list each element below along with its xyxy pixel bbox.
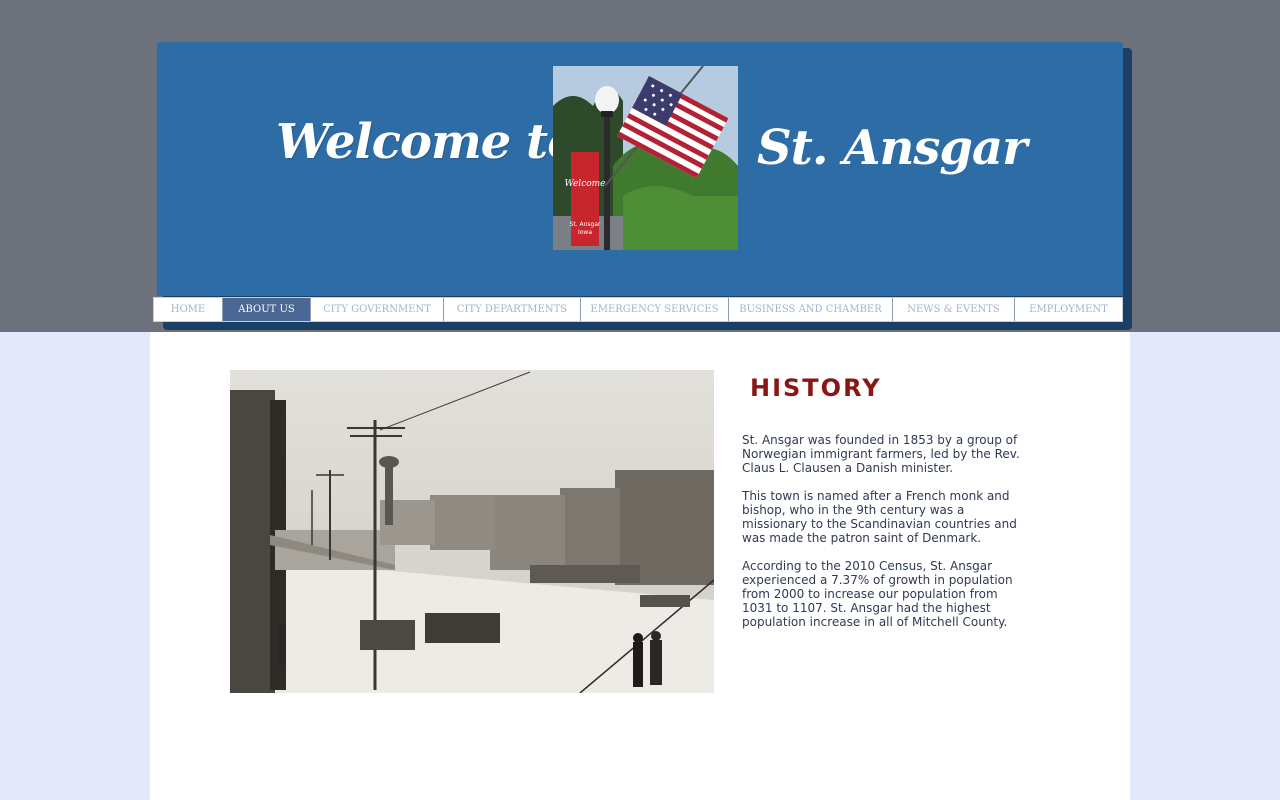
history-title: HISTORY [750,374,882,402]
town-heading: St. Ansgar [757,120,1027,176]
history-paragraph-name: This town is named after a French monk a… [742,489,1017,545]
nav-home[interactable]: HOME [154,298,223,321]
nav-news-events[interactable]: NEWS & EVENTS [893,298,1015,321]
nav-about-us[interactable]: ABOUT US [223,298,311,321]
svg-text:Iowa: Iowa [578,229,592,236]
svg-text:St. Ansgar: St. Ansgar [570,221,601,228]
nav-city-departments[interactable]: CITY DEPARTMENTS [444,298,581,321]
svg-text:Welcome: Welcome [564,179,605,189]
history-paragraph-founding: St. Ansgar was founded in 1853 by a grou… [742,433,1020,475]
nav-city-government[interactable]: CITY GOVERNMENT [311,298,444,321]
nav-employment[interactable]: EMPLOYMENT [1015,298,1122,321]
history-text: St. Ansgar was founded in 1853 by a grou… [742,433,1052,643]
historic-street-photo [230,370,714,693]
main-nav: HOME ABOUT US CITY GOVERNMENT CITY DEPAR… [153,297,1123,322]
nav-business-and-chamber[interactable]: BUSINESS AND CHAMBER [729,298,893,321]
flag-photo: Welcome St. Ansgar Iowa [553,66,738,250]
nav-emergency-services[interactable]: EMERGENCY SERVICES [581,298,729,321]
welcome-heading: Welcome to [276,114,579,170]
history-paragraph-census: According to the 2010 Census, St. Ansgar… [742,559,1013,629]
